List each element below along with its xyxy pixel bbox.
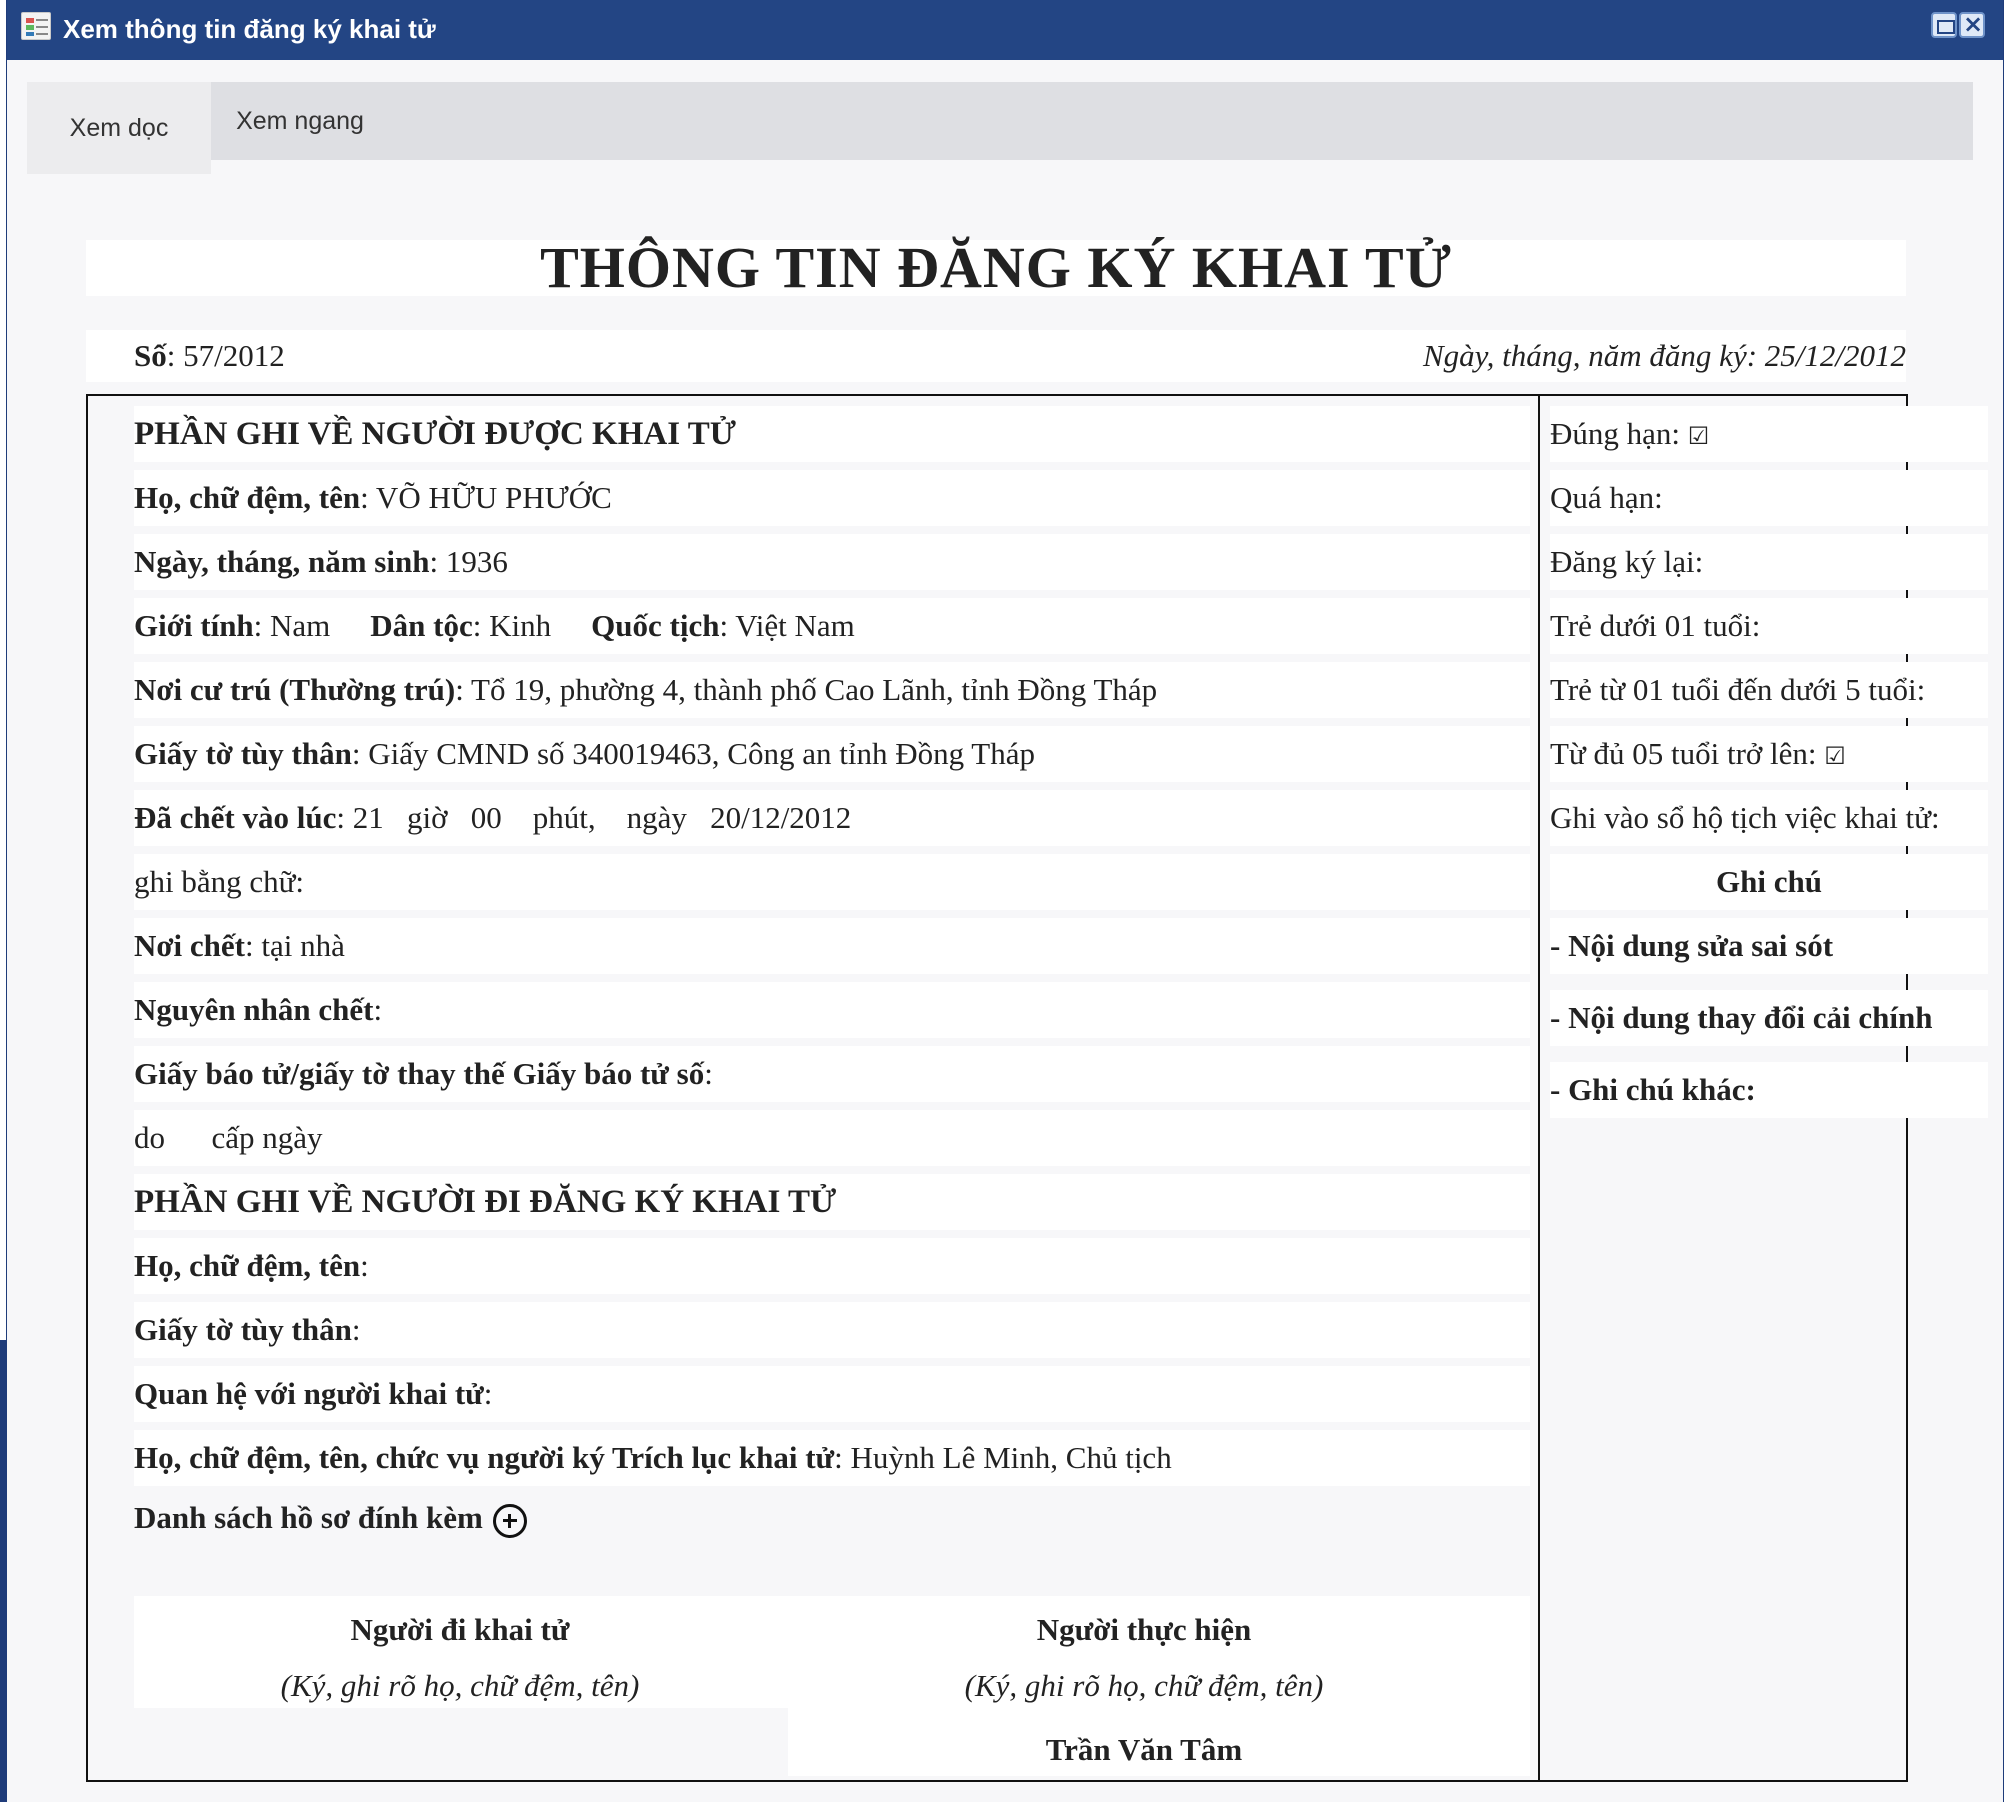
side-ghi-vao-so: Ghi vào sổ hộ tịch việc khai tử: [1550,790,1988,846]
field-relation: Quan hệ với người khai tử: [134,1366,1530,1422]
field-death-notice: Giấy báo tử/giấy tờ thay thế Giấy báo tử… [134,1046,1530,1102]
field-registrant-id: Giấy tờ tùy thân: [134,1302,1530,1358]
field-signer: Họ, chữ đệm, tên, chức vụ người ký Trích… [134,1430,1530,1486]
field-residence: Nơi cư trú (Thường trú): Tổ 19, phường 4… [134,662,1530,718]
side-dung-han: Đúng hạn: ☑ [1550,406,1988,462]
tab-xem-ngang[interactable]: Xem ngang [211,82,389,160]
side-tu-5: Từ đủ 05 tuổi trở lên: ☑ [1550,726,1988,782]
field-in-words: ghi bằng chữ: [134,854,1530,910]
signature-left-title: Người đi khai tử [350,1612,570,1647]
field-dob: Ngày, tháng, năm sinh: 1936 [134,534,1530,590]
attachments-row: Danh sách hồ sơ đính kèm [134,1490,1530,1546]
field-issued-by: do cấp ngày [134,1110,1530,1166]
close-icon[interactable]: × [1959,10,1985,38]
tab-xem-doc[interactable]: Xem dọc [27,82,211,174]
section-heading-deceased: PHẦN GHI VỀ NGƯỜI ĐƯỢC KHAI TỬ [134,406,1530,462]
signature-right-name: Trần Văn Tâm [1045,1732,1243,1767]
signature-right: Người thực hiện (Ký, ghi rõ họ, chữ đệm,… [788,1602,1500,1778]
field-cause-of-death: Nguyên nhân chết: [134,982,1530,1038]
section-heading-registrant: PHẦN GHI VỀ NGƯỜI ĐI ĐĂNG KÝ KHAI TỬ [134,1174,1530,1230]
registration-number: Số: 57/2012 [134,338,285,373]
side-ghi-chu-heading: Ghi chú [1550,854,1988,910]
side-dang-ky-lai: Đăng ký lại: [1550,534,1988,590]
signature-right-note: (Ký, ghi rõ họ, chữ đệm, tên) [964,1668,1324,1703]
field-id-document: Giấy tờ tùy thân: Giấy CMND số 340019463… [134,726,1530,782]
form-icon [21,12,51,40]
column-divider [1538,396,1540,1780]
side-qua-han: Quá hạn: [1550,470,1988,526]
signature-left: Người đi khai tử (Ký, ghi rõ họ, chữ đệm… [134,1602,786,1714]
side-sua-sai: - Nội dung sửa sai sót [1550,918,1988,974]
signature-left-note: (Ký, ghi rõ họ, chữ đệm, tên) [280,1668,640,1703]
add-attachment-icon[interactable] [492,1503,527,1538]
title-bar[interactable]: Xem thông tin đăng ký khai tử × [7,0,2003,60]
window-title: Xem thông tin đăng ký khai tử [63,14,436,44]
document-title: THÔNG TIN ĐĂNG KÝ KHAI TỬ [86,239,1906,297]
field-death-time: Đã chết vào lúc: 21 giờ 00 phút, ngày 20… [134,790,1530,846]
maximize-icon[interactable] [1931,12,1957,38]
field-deceased-name: Họ, chữ đệm, tên: VÕ HỮU PHƯỚC [134,470,1530,526]
side-tre-1-5: Trẻ từ 01 tuổi đến dưới 5 tuổi: [1550,662,1988,718]
attachments-label: Danh sách hồ sơ đính kèm [134,1500,483,1535]
registration-date: Ngày, tháng, năm đăng ký: 25/12/2012 [1422,338,1906,373]
side-thay-doi: - Nội dung thay đổi cải chính [1550,990,1988,1046]
field-registrant-name: Họ, chữ đệm, tên: [134,1238,1530,1294]
record-frame: PHẦN GHI VỀ NGƯỜI ĐƯỢC KHAI TỬ Họ, chữ đ… [86,394,1988,1782]
checked-icon: ☑ [1687,422,1710,450]
checked-icon: ☑ [1824,742,1846,770]
field-gender-ethnic-nationality: Giới tính: Nam Dân tộc: Kinh Quốc tịch: Vi… [134,598,1530,654]
tab-bar: Xem dọc Xem ngang [27,82,1973,174]
signature-right-title: Người thực hiện [1036,1612,1252,1647]
field-place-of-death: Nơi chết: tại nhà [134,918,1530,974]
document-meta: Số: 57/2012 Ngày, tháng, năm đăng ký: 25… [86,330,1906,382]
side-ghi-chu-khac: - Ghi chú khác: [1550,1062,1988,1118]
side-tre-duoi-1: Trẻ dưới 01 tuổi: [1550,598,1988,654]
